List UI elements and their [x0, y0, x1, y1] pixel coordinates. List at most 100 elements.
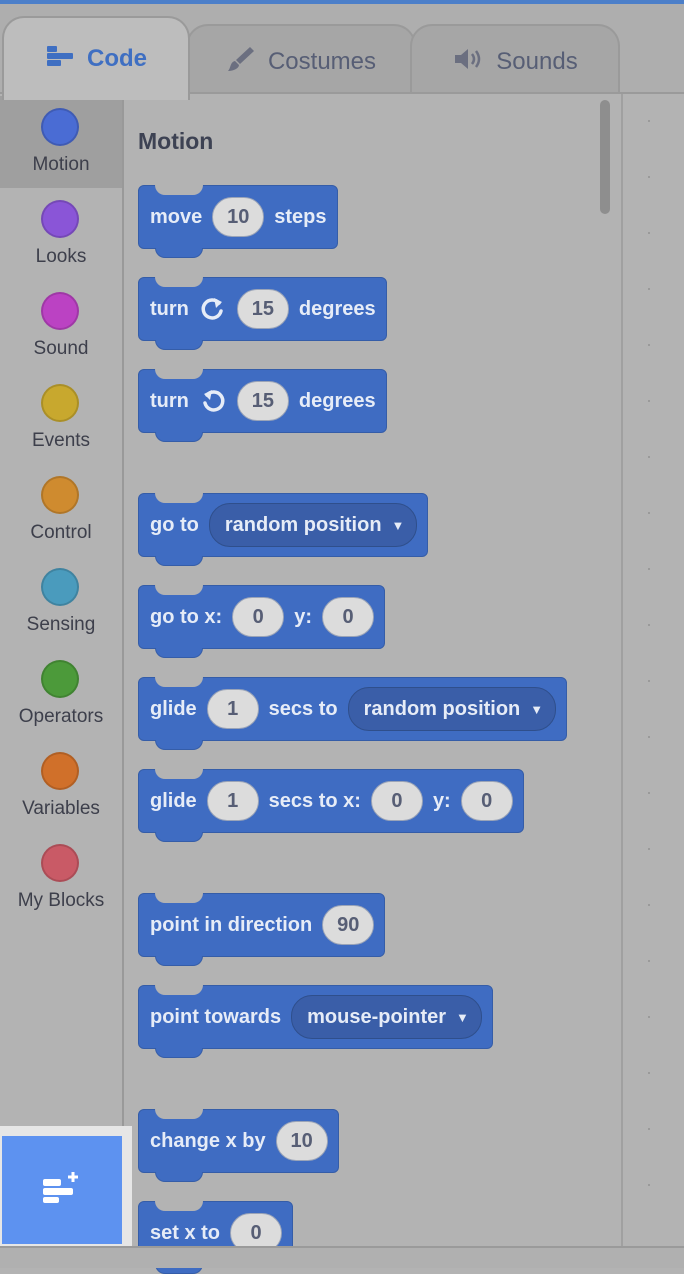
grid-dot: [648, 344, 650, 346]
target-dropdown[interactable]: mouse-pointer ▼: [291, 995, 482, 1039]
block-text: turn: [150, 389, 189, 412]
grid-dot: [648, 960, 650, 962]
tab-sounds[interactable]: Sounds: [410, 24, 620, 98]
category-label: Sound: [33, 338, 89, 359]
looks-category-icon: [41, 200, 79, 238]
caret-down-icon: ▼: [456, 1009, 469, 1025]
script-workspace[interactable]: [623, 94, 684, 1246]
category-menu: Motion Looks Sound Events Control Sensin…: [0, 94, 124, 1246]
category-events[interactable]: Events: [0, 372, 122, 464]
grid-dot: [648, 624, 650, 626]
glide-to-xy-block[interactable]: glide 1 secs to x: 0 y: 0: [138, 769, 524, 842]
code-icon: [45, 44, 75, 75]
block-text: change x by: [150, 1129, 266, 1152]
move-steps-block[interactable]: move 10 steps: [138, 185, 338, 258]
add-extension-icon: [40, 1170, 84, 1211]
category-operators[interactable]: Operators: [0, 648, 122, 740]
category-label: Events: [31, 430, 91, 451]
category-control[interactable]: Control: [0, 464, 122, 556]
x-input[interactable]: 0: [370, 781, 423, 821]
caret-down-icon: ▼: [530, 701, 544, 717]
block-text: y:: [294, 605, 313, 628]
block-text: go to: [150, 513, 199, 536]
grid-dot: [648, 120, 650, 122]
tab-costumes-label: Costumes: [267, 48, 377, 75]
grid-dot: [648, 1072, 650, 1074]
degrees-input[interactable]: 15: [236, 381, 289, 421]
category-variables[interactable]: Variables: [0, 740, 122, 832]
category-looks[interactable]: Looks: [0, 188, 122, 280]
target-dropdown[interactable]: random position ▼: [208, 503, 418, 547]
add-extension-button[interactable]: [0, 1126, 132, 1252]
tab-bar: Code Costumes Sounds: [0, 4, 684, 100]
secs-input[interactable]: 1: [206, 781, 259, 821]
add-extension-button-face[interactable]: [2, 1136, 122, 1244]
sound-category-icon: [41, 292, 79, 330]
sensing-category-icon: [41, 568, 79, 606]
go-to-block[interactable]: go to random position ▼: [138, 493, 429, 566]
target-dropdown[interactable]: random position ▼: [347, 687, 557, 731]
block-palette: [124, 94, 623, 1246]
grid-dot: [648, 512, 650, 514]
category-my-blocks[interactable]: My Blocks: [0, 832, 122, 924]
point-towards-block[interactable]: point towards mouse-pointer ▼: [138, 985, 493, 1058]
block-text: glide: [150, 789, 197, 812]
dropdown-value: random position: [224, 513, 382, 536]
grid-dot: [648, 848, 650, 850]
change-x-block[interactable]: change x by 10: [138, 1109, 339, 1182]
caret-down-icon: ▼: [391, 517, 405, 533]
motion-category-icon: [41, 108, 79, 146]
category-label: Motion: [32, 154, 90, 175]
grid-dot: [648, 792, 650, 794]
grid-dot: [648, 176, 650, 178]
block-text: set x to: [150, 1221, 221, 1244]
block-text: go to x:: [150, 605, 223, 628]
palette-scrollbar[interactable]: [600, 100, 610, 214]
category-sound[interactable]: Sound: [0, 280, 122, 372]
my-blocks-category-icon: [41, 844, 79, 882]
grid-dot: [648, 232, 650, 234]
y-input[interactable]: 0: [322, 597, 375, 637]
operators-category-icon: [41, 660, 79, 698]
block-text: turn: [150, 297, 189, 320]
category-label: Variables: [22, 798, 100, 819]
grid-dot: [648, 456, 650, 458]
y-input[interactable]: 0: [460, 781, 513, 821]
turn-left-block[interactable]: turn 15 degrees: [138, 369, 387, 442]
steps-input[interactable]: 10: [212, 197, 265, 237]
degrees-input[interactable]: 15: [236, 289, 289, 329]
block-text: point towards: [150, 1005, 282, 1028]
turn-right-block[interactable]: turn 15 degrees: [138, 277, 387, 350]
category-sensing[interactable]: Sensing: [0, 556, 122, 648]
secs-input[interactable]: 1: [206, 689, 259, 729]
go-to-xy-block[interactable]: go to x: 0 y: 0: [138, 585, 386, 658]
grid-dot: [648, 400, 650, 402]
category-label: Control: [30, 522, 92, 543]
block-text: secs to: [268, 697, 338, 720]
dropdown-value: mouse-pointer: [307, 1005, 447, 1028]
tab-code[interactable]: Code: [2, 16, 190, 100]
grid-dot: [648, 1016, 650, 1018]
grid-dot: [648, 1184, 650, 1186]
x-input[interactable]: 0: [232, 597, 285, 637]
x-change-input[interactable]: 10: [275, 1121, 328, 1161]
block-text: point in direction: [150, 913, 313, 936]
block-text: glide: [150, 697, 197, 720]
direction-input[interactable]: 90: [322, 905, 375, 945]
block-text: steps: [274, 205, 327, 228]
grid-dot: [648, 1128, 650, 1130]
category-label: My Blocks: [17, 890, 105, 911]
tab-costumes[interactable]: Costumes: [186, 24, 416, 98]
dropdown-value: random position: [363, 697, 521, 720]
block-text: degrees: [298, 389, 376, 412]
category-label: Looks: [35, 246, 87, 267]
grid-dot: [648, 288, 650, 290]
category-label: Sensing: [26, 614, 96, 635]
control-category-icon: [41, 476, 79, 514]
grid-dot: [648, 904, 650, 906]
variables-category-icon: [41, 752, 79, 790]
glide-to-block[interactable]: glide 1 secs to random position ▼: [138, 677, 568, 750]
speaker-icon: [452, 46, 484, 79]
point-in-direction-block[interactable]: point in direction 90: [138, 893, 386, 966]
category-motion[interactable]: Motion: [0, 96, 122, 188]
